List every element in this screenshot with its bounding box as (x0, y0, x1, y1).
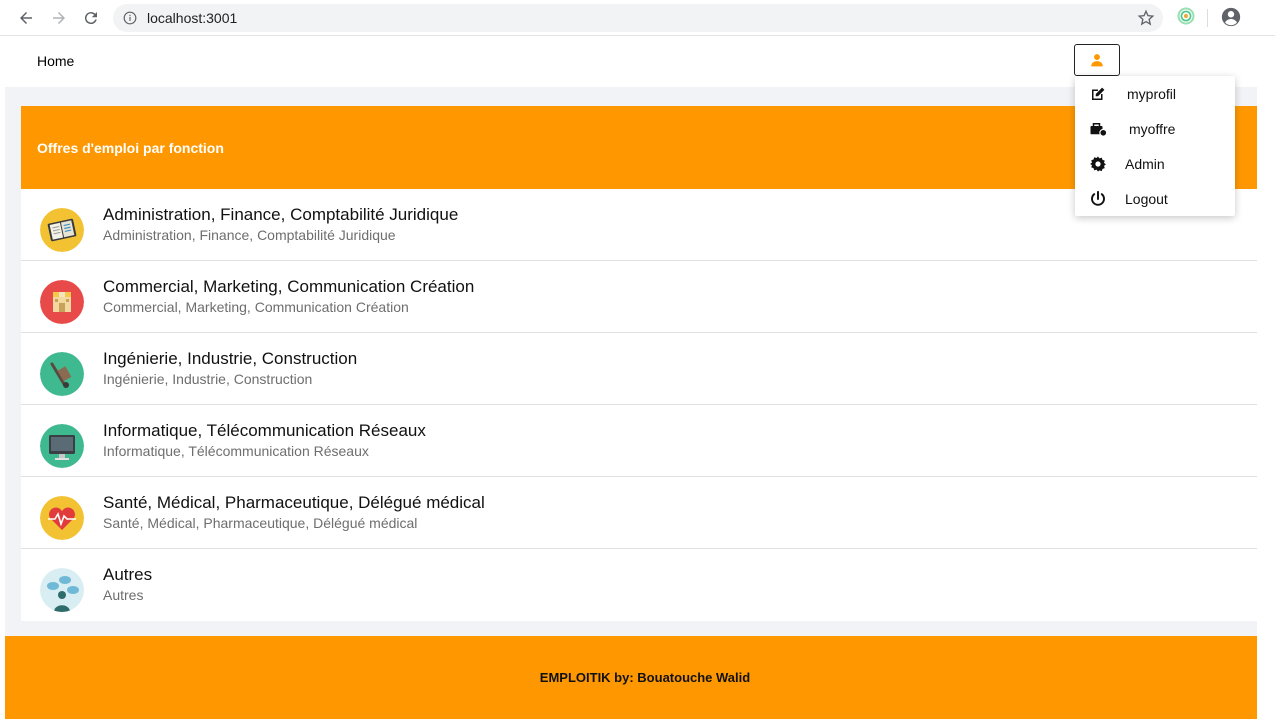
menu-item-label: Logout (1125, 191, 1168, 207)
person-icon (1091, 54, 1103, 67)
back-arrow-icon[interactable] (15, 7, 37, 29)
list-item[interactable]: Ingénierie, Industrie, Construction Ingé… (21, 333, 1257, 405)
job-categories-card: Offres d'emploi par fonction Administrat… (21, 106, 1257, 621)
gear-icon (1090, 156, 1106, 172)
monitor-icon (40, 424, 84, 468)
list-item-subtitle: Commercial, Marketing, Communication Cré… (103, 299, 409, 315)
list-item[interactable]: Commercial, Marketing, Communication Cré… (21, 261, 1257, 333)
shop-icon (40, 280, 84, 324)
info-icon[interactable] (123, 11, 137, 25)
briefcase-icon (1090, 123, 1107, 137)
footer-text: EMPLOITIK by: Bouatouche Walid (539, 670, 751, 685)
edit-icon (1092, 87, 1105, 100)
account-circle-icon[interactable] (1220, 6, 1242, 28)
browser-toolbar: localhost:3001 (0, 0, 1275, 36)
footer: EMPLOITIK by: Bouatouche Walid (5, 636, 1257, 719)
address-bar[interactable]: localhost:3001 (113, 4, 1163, 32)
list-item-title: Administration, Finance, Comptabilité Ju… (103, 205, 459, 224)
menu-item-logout[interactable]: Logout (1075, 181, 1235, 216)
list-item-title: Santé, Médical, Pharmaceutique, Délégué … (103, 493, 485, 512)
list-item[interactable]: Autres Autres (21, 549, 1257, 621)
power-icon (1091, 190, 1105, 206)
url-text: localhost:3001 (147, 10, 238, 26)
list-item-subtitle: Ingénierie, Industrie, Construction (103, 371, 313, 387)
app-page: Home Offres d'emploi par fonction Admini… (5, 37, 1257, 719)
menu-item-admin[interactable]: Admin (1075, 146, 1235, 181)
star-icon[interactable] (1137, 9, 1155, 27)
menu-item-label: myprofil (1127, 86, 1177, 102)
toolbar-separator (1207, 9, 1208, 27)
list-item-title: Autres (103, 565, 153, 584)
list-item-title: Ingénierie, Industrie, Construction (103, 349, 358, 368)
list-item-subtitle: Administration, Finance, Comptabilité Ju… (103, 227, 396, 243)
menu-item-label: Admin (1125, 156, 1165, 172)
app-header: Home (5, 37, 1257, 87)
menu-item-label: myoffre (1129, 121, 1176, 137)
list-item-subtitle: Informatique, Télécommunication Réseaux (103, 443, 369, 459)
user-menu-button[interactable] (1074, 44, 1120, 76)
extension-icon[interactable] (1176, 6, 1196, 26)
home-link[interactable]: Home (37, 53, 74, 69)
notebook-icon (40, 208, 84, 252)
menu-item-myoffre[interactable]: myoffre (1075, 111, 1235, 146)
list-item-subtitle: Autres (103, 587, 144, 603)
list-item-title: Commercial, Marketing, Communication Cré… (103, 277, 475, 296)
heart-pulse-icon (40, 496, 84, 540)
list-item-title: Informatique, Télécommunication Réseaux (103, 421, 426, 440)
hand-truck-icon (40, 352, 84, 396)
card-header: Offres d'emploi par fonction (21, 106, 1257, 189)
forward-arrow-icon[interactable] (48, 7, 70, 29)
user-dropdown-menu: myprofil myoffre Admin Logout (1075, 76, 1235, 216)
chat-person-icon (40, 568, 84, 612)
card-title: Offres d'emploi par fonction (37, 140, 224, 156)
menu-item-myprofil[interactable]: myprofil (1075, 76, 1235, 111)
list-item-subtitle: Santé, Médical, Pharmaceutique, Délégué … (103, 515, 418, 531)
list-item[interactable]: Informatique, Télécommunication Réseaux … (21, 405, 1257, 477)
reload-icon[interactable] (80, 7, 102, 29)
list-item[interactable]: Santé, Médical, Pharmaceutique, Délégué … (21, 477, 1257, 549)
list-item[interactable]: Administration, Finance, Comptabilité Ju… (21, 189, 1257, 261)
